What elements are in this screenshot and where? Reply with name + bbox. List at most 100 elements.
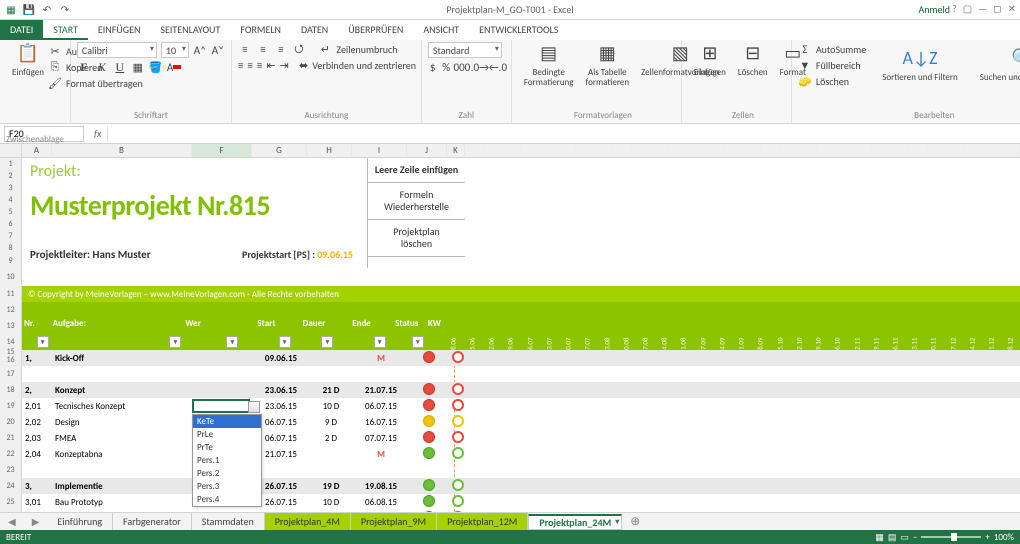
col-header[interactable]: G (252, 144, 307, 157)
col-header[interactable]: B (52, 144, 192, 157)
row-header[interactable]: 2 (0, 170, 22, 182)
phase-row[interactable]: 3,Implementie26.07.1519 D19.08.15 (22, 478, 1020, 494)
row-header[interactable]: 22 (0, 446, 22, 462)
row-header[interactable]: 17 (0, 366, 22, 382)
row-header[interactable]: 9 (0, 254, 22, 268)
font-color-icon[interactable]: A (167, 60, 181, 74)
view-layout-icon[interactable]: ▤ (888, 532, 897, 543)
align-center-icon[interactable]: ≡ (247, 58, 252, 72)
sheet-tab[interactable]: Farbgenerator (113, 513, 192, 530)
align-left-icon[interactable]: ≡ (238, 58, 243, 72)
tab-insert[interactable]: EINFÜGEN (88, 20, 151, 40)
col-header[interactable]: A (22, 144, 52, 157)
row-header[interactable]: 6 (0, 218, 22, 230)
align-bottom-icon[interactable]: ≡ (274, 42, 288, 56)
tab-review[interactable]: ÜBERPRÜFEN (338, 20, 413, 40)
tab-start[interactable]: START (43, 20, 88, 40)
dropdown-item[interactable]: PrTe (193, 441, 261, 454)
row-header[interactable]: 1 (0, 158, 22, 170)
painter-button[interactable]: 🖌Format übertragen (48, 76, 143, 90)
zoom-out-icon[interactable]: − (913, 532, 917, 543)
formula-input[interactable] (107, 126, 1020, 142)
row-header[interactable]: 7 (0, 230, 22, 242)
signin-link[interactable]: Anmeld (918, 3, 950, 16)
row-header[interactable]: 11 (0, 286, 22, 302)
clear-button[interactable]: 🧽Löschen (798, 74, 866, 88)
add-sheet-icon[interactable]: ⊕ (622, 514, 648, 529)
dec-decimal-icon[interactable]: ←.0 (491, 60, 505, 74)
close-icon[interactable]: ✕ (1008, 2, 1016, 15)
dropdown-item[interactable]: Pers.1 (193, 454, 261, 467)
col-header[interactable]: H (307, 144, 352, 157)
align-top-icon[interactable]: ≡ (238, 42, 252, 56)
sheet-tab-active[interactable]: Projektplan_24M (528, 514, 622, 530)
sheet-tab[interactable]: Projektplan_12M (437, 513, 528, 530)
col-header[interactable]: J (407, 144, 447, 157)
row-header[interactable]: 8 (0, 242, 22, 254)
row-header[interactable]: 13 (0, 318, 22, 334)
row-header[interactable]: 19 (0, 398, 22, 414)
row-header[interactable]: 18 (0, 382, 22, 398)
indent-inc-icon[interactable]: ⇥ (280, 58, 289, 72)
hdr-end[interactable]: Ende (335, 302, 387, 350)
font-name-select[interactable]: Calibri (77, 42, 157, 58)
sheet-tab[interactable]: Einführung (47, 513, 113, 530)
row-header[interactable]: 10 (0, 268, 22, 286)
row-header[interactable]: 12 (0, 302, 22, 318)
active-cell[interactable] (192, 399, 250, 413)
row-header[interactable]: 4 (0, 194, 22, 206)
row-header[interactable]: 21 (0, 430, 22, 446)
hdr-start[interactable]: Start (240, 302, 292, 350)
task-row[interactable]: 2,04Konzeptabna21.07.15M (22, 446, 1020, 462)
zoom-in-icon[interactable]: + (985, 532, 989, 543)
redo-icon[interactable]: ↷ (58, 2, 72, 16)
fill-button[interactable]: ▼Füllbereich (798, 58, 866, 72)
task-row[interactable] (22, 462, 1020, 478)
indent-dec-icon[interactable]: ⇤ (266, 58, 275, 72)
view-normal-icon[interactable]: ▦ (875, 532, 884, 543)
tab-view[interactable]: ANSICHT (413, 20, 469, 40)
hdr-status[interactable]: Status (388, 302, 426, 350)
insert-row-button[interactable]: Leere Zeile einfügen (368, 158, 465, 183)
col-header[interactable]: I (352, 144, 407, 157)
font-size-select[interactable]: 10 (161, 42, 189, 58)
align-right-icon[interactable]: ≡ (257, 58, 262, 72)
row-header[interactable]: 24 (0, 478, 22, 494)
percent-icon[interactable]: % (441, 60, 451, 74)
fill-color-icon[interactable]: 🪣 (149, 60, 163, 74)
number-format-select[interactable]: Standard (428, 42, 502, 58)
dropdown-item[interactable]: PrLe (193, 428, 261, 441)
tab-data[interactable]: DATEN (291, 20, 338, 40)
comma-icon[interactable]: 000 (455, 60, 469, 74)
restore-formulas-button[interactable]: FormelnWiederherstelle (368, 183, 465, 220)
wrap-text-icon[interactable]: ↵ (318, 42, 332, 56)
col-header[interactable]: K (447, 144, 465, 157)
task-row[interactable]: 2,01Tecnisches Konzept23.06.1510 D06.07.… (22, 398, 1020, 414)
ribbon-options-icon[interactable]: ▢ (963, 2, 972, 15)
task-row[interactable] (22, 366, 1020, 382)
merge-icon[interactable]: ⬌ (299, 58, 308, 72)
dropdown-item[interactable]: Pers.3 (193, 480, 261, 493)
find-select-button[interactable]: 🔍Suchen und Auswählen (974, 47, 1020, 83)
phase-row[interactable]: 1,Kick-Off09.06.15M (22, 350, 1020, 366)
zoom-slider[interactable] (921, 536, 981, 538)
dropdown-item[interactable]: Pers.4 (193, 493, 261, 506)
hdr-nr[interactable]: Nr. (22, 302, 51, 350)
row-header[interactable]: 20 (0, 414, 22, 430)
sort-filter-button[interactable]: A↓ZSortieren und Filtern (876, 47, 964, 83)
row-header[interactable]: 23 (0, 462, 22, 478)
merge-button[interactable]: Verbinden und zentrieren (312, 59, 416, 72)
fx-icon[interactable]: fx (88, 127, 107, 140)
zoom-level[interactable]: 100% (994, 532, 1014, 543)
who-dropdown[interactable]: KeTePrLePrTePers.1Pers.2Pers.3Pers.4 (192, 414, 262, 507)
sheet-nav-prev-icon[interactable]: ◀ (0, 515, 24, 528)
insert-cells-button[interactable]: ⊞Einfügen (688, 42, 732, 78)
select-all-corner[interactable] (0, 144, 22, 157)
tab-layout[interactable]: SEITENLAYOUT (150, 20, 230, 40)
wrap-text-button[interactable]: Zeilenumbruch (336, 43, 397, 56)
row-header[interactable]: 3 (0, 182, 22, 194)
task-row[interactable]: 2,03FMEA06.07.152 D07.07.15 (22, 430, 1020, 446)
save-icon[interactable]: 💾 (22, 2, 36, 16)
inc-decimal-icon[interactable]: .0→ (473, 60, 487, 74)
undo-icon[interactable]: ↶ (40, 2, 54, 16)
